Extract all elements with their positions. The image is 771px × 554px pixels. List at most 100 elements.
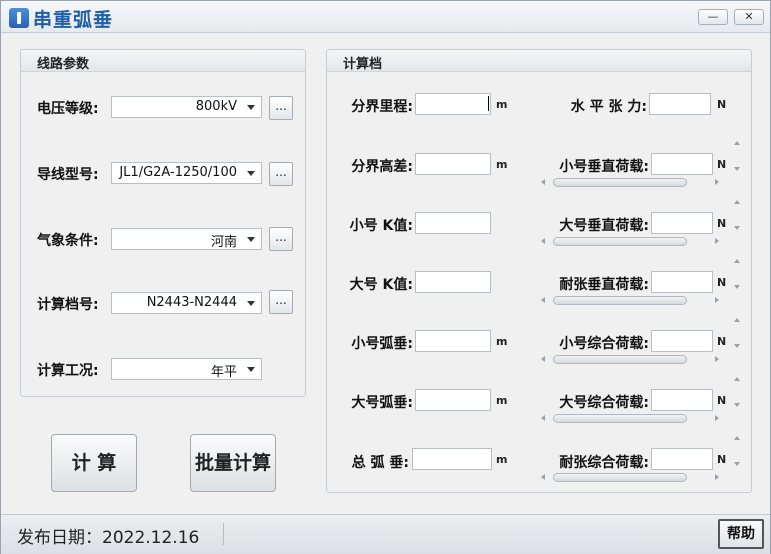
small-combined-load-vscroll[interactable] xyxy=(731,316,745,354)
large-sag-label: 大号弧垂: xyxy=(351,395,413,411)
scroll-down-icon[interactable] xyxy=(734,462,740,466)
boundary-height-input[interactable] xyxy=(415,153,491,175)
scroll-up-icon[interactable] xyxy=(734,141,740,145)
small-combined-load-input[interactable] xyxy=(651,330,713,352)
conductor-browse-button[interactable]: ... xyxy=(269,162,293,186)
horizontal-tension-input[interactable] xyxy=(649,93,711,115)
large-sag-input[interactable] xyxy=(415,389,491,411)
small-combined-load-hscroll[interactable] xyxy=(539,352,721,366)
large-vertical-load-vscroll[interactable] xyxy=(731,198,745,236)
span-value: N2443-N2444 xyxy=(146,295,237,310)
conductor-select[interactable]: JL1/G2A-1250/100 xyxy=(111,162,262,184)
scroll-down-icon[interactable] xyxy=(734,167,740,171)
weather-label: 气象条件: xyxy=(37,233,99,249)
scroll-thumb[interactable] xyxy=(553,178,687,187)
large-k-input[interactable] xyxy=(415,271,491,293)
boundary-mileage-input[interactable] xyxy=(415,93,491,115)
scroll-up-icon[interactable] xyxy=(734,377,740,381)
scroll-left-icon[interactable] xyxy=(541,356,545,362)
weather-select[interactable]: 河南 xyxy=(111,228,262,250)
small-vertical-load-input[interactable] xyxy=(651,153,713,175)
scroll-thumb[interactable] xyxy=(553,355,687,364)
voltage-value: 800kV xyxy=(195,99,237,114)
scroll-thumb[interactable] xyxy=(553,296,687,305)
calc-span-title: 计算档 xyxy=(343,57,383,72)
large-vertical-load-input[interactable] xyxy=(651,212,713,234)
small-sag-unit: m xyxy=(496,335,508,348)
help-button[interactable]: 帮助 xyxy=(718,519,764,549)
scroll-right-icon[interactable] xyxy=(715,179,719,185)
scroll-thumb[interactable] xyxy=(553,473,687,482)
line-params-header: 线路参数 xyxy=(21,50,305,72)
span-label: 计算档号: xyxy=(37,297,99,313)
large-vertical-load-label: 大号垂直荷载: xyxy=(559,218,649,234)
strain-vertical-load-label: 耐张垂直荷载: xyxy=(559,277,649,293)
strain-combined-load-hscroll[interactable] xyxy=(539,470,721,484)
boundary-height-unit: m xyxy=(496,158,508,171)
status-divider xyxy=(223,523,224,545)
strain-combined-load-vscroll[interactable] xyxy=(731,434,745,472)
boundary-mileage-label: 分界里程: xyxy=(351,99,413,115)
weather-browse-button[interactable]: ... xyxy=(269,227,293,251)
minimize-button[interactable]: — xyxy=(698,9,728,25)
scroll-down-icon[interactable] xyxy=(734,403,740,407)
strain-vertical-load-vscroll[interactable] xyxy=(731,257,745,295)
scroll-up-icon[interactable] xyxy=(734,259,740,263)
scroll-up-icon[interactable] xyxy=(734,436,740,440)
span-browse-button[interactable]: ... xyxy=(269,290,293,314)
boundary-height-label: 分界高差: xyxy=(351,159,413,175)
scroll-left-icon[interactable] xyxy=(541,415,545,421)
large-combined-load-input[interactable] xyxy=(651,389,713,411)
strain-combined-load-input[interactable] xyxy=(651,448,713,470)
scroll-left-icon[interactable] xyxy=(541,474,545,480)
close-button[interactable]: ✕ xyxy=(734,9,764,25)
scroll-right-icon[interactable] xyxy=(715,474,719,480)
scroll-right-icon[interactable] xyxy=(715,415,719,421)
chevron-down-icon xyxy=(247,237,255,242)
small-vertical-load-vscroll[interactable] xyxy=(731,139,745,177)
strain-vertical-load-unit: N xyxy=(717,276,727,289)
release-date: 发布日期：2022.12.16 xyxy=(17,528,200,548)
small-k-input[interactable] xyxy=(415,212,491,234)
scroll-right-icon[interactable] xyxy=(715,297,719,303)
large-vertical-load-hscroll[interactable] xyxy=(539,234,721,248)
conductor-value: JL1/G2A-1250/100 xyxy=(119,165,237,180)
large-combined-load-vscroll[interactable] xyxy=(731,375,745,413)
scroll-right-icon[interactable] xyxy=(715,238,719,244)
scroll-left-icon[interactable] xyxy=(541,297,545,303)
large-combined-load-hscroll[interactable] xyxy=(539,411,721,425)
chevron-down-icon xyxy=(247,171,255,176)
strain-vertical-load-hscroll[interactable] xyxy=(539,293,721,307)
small-vertical-load-unit: N xyxy=(717,158,727,171)
chevron-down-icon xyxy=(247,367,255,372)
batch-calculate-button[interactable]: 批量计算 xyxy=(190,434,276,492)
strain-combined-load-unit: N xyxy=(717,453,727,466)
voltage-select[interactable]: 800kV xyxy=(111,96,262,118)
scroll-left-icon[interactable] xyxy=(541,238,545,244)
small-combined-load-label: 小号综合荷载: xyxy=(559,336,649,352)
voltage-browse-button[interactable]: ... xyxy=(269,96,293,120)
scroll-left-icon[interactable] xyxy=(541,179,545,185)
scroll-up-icon[interactable] xyxy=(734,200,740,204)
calculate-button[interactable]: 计 算 xyxy=(51,434,137,492)
scroll-down-icon[interactable] xyxy=(734,344,740,348)
scroll-thumb[interactable] xyxy=(553,414,687,423)
small-vertical-load-hscroll[interactable] xyxy=(539,175,721,189)
span-select[interactable]: N2443-N2444 xyxy=(111,292,262,314)
scroll-up-icon[interactable] xyxy=(734,318,740,322)
scroll-right-icon[interactable] xyxy=(715,356,719,362)
weather-value: 河南 xyxy=(210,235,237,250)
condition-select[interactable]: 年平 xyxy=(111,358,262,380)
voltage-label: 电压等级: xyxy=(37,101,99,117)
total-sag-label: 总 弧 垂: xyxy=(351,455,409,471)
scroll-down-icon[interactable] xyxy=(734,226,740,230)
small-sag-label: 小号弧垂: xyxy=(351,336,413,352)
scroll-thumb[interactable] xyxy=(553,237,687,246)
small-vertical-load-label: 小号垂直荷载: xyxy=(559,159,649,175)
large-vertical-load-unit: N xyxy=(717,217,727,230)
strain-vertical-load-input[interactable] xyxy=(651,271,713,293)
scroll-down-icon[interactable] xyxy=(734,285,740,289)
small-sag-input[interactable] xyxy=(415,330,491,352)
condition-label: 计算工况: xyxy=(37,363,99,379)
total-sag-input[interactable] xyxy=(412,448,492,470)
